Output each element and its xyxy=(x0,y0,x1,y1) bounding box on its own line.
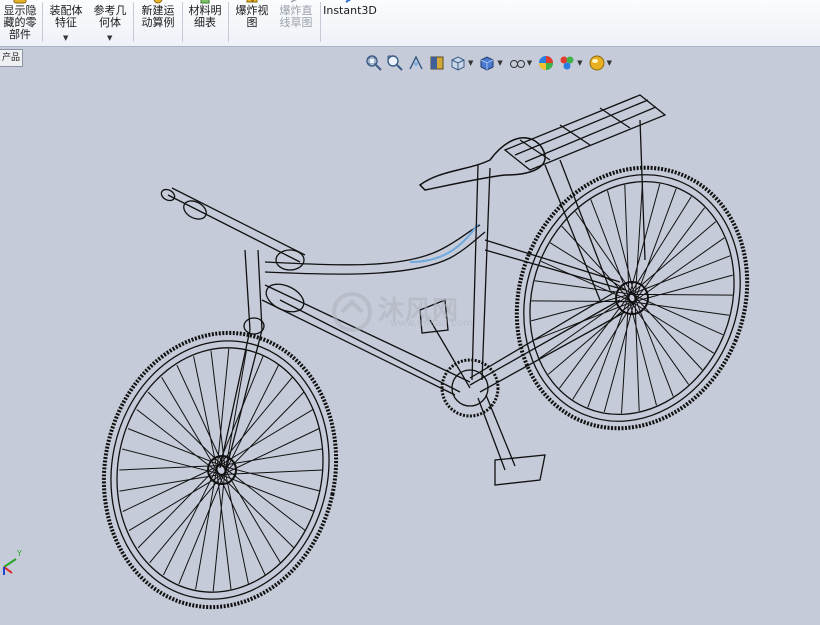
bill-of-materials-button[interactable]: 材料明 细表 xyxy=(184,0,226,46)
new-motion-study-label: 新建运 动算例 xyxy=(141,4,175,29)
y-axis-arrow xyxy=(3,558,17,568)
reference-triad: Y xyxy=(3,549,22,575)
rear-wheel[interactable] xyxy=(478,133,785,464)
bicycle-wireframe-model[interactable] xyxy=(79,94,786,625)
exploded-view-icon xyxy=(246,0,258,3)
watermark-url: www.mfcad.com xyxy=(390,318,473,329)
watermark-logo-icon xyxy=(332,292,372,332)
bom-label: 材料明 细表 xyxy=(188,4,222,29)
rear-wheel-spokes xyxy=(531,182,733,414)
show-hidden-icon xyxy=(13,0,27,4)
reference-geometry-button[interactable]: 参考几 何体 ▼ xyxy=(88,0,132,46)
chevron-down-icon[interactable]: ▼ xyxy=(107,32,112,44)
show-hidden-components-button[interactable]: 显示隐 藏的零 部件 xyxy=(0,0,40,46)
exploded-view-button[interactable]: 爆炸视 图 xyxy=(230,0,274,46)
new-motion-study-button[interactable]: 新建运 动算例 xyxy=(135,0,181,46)
command-manager-toolbar: 显示隐 藏的零 部件 装配体 特征 ▼ 参考几 何体 ▼ 新建运 动算例 材料明… xyxy=(0,0,820,47)
instant3d-button[interactable]: Instant3D xyxy=(322,0,378,46)
rear-luggage-rack[interactable] xyxy=(503,94,667,301)
assembly-feature-button[interactable]: 装配体 特征 ▼ xyxy=(44,0,88,46)
y-axis-label: Y xyxy=(16,549,22,558)
toolbar-separator xyxy=(42,2,43,42)
toolbar-separator xyxy=(182,2,183,42)
assembly-feature-label: 装配体 特征 xyxy=(49,4,83,29)
explode-line-icon xyxy=(290,0,297,3)
motion-study-icon xyxy=(153,0,163,4)
x-axis-arrow xyxy=(3,566,13,574)
instant3d-icon xyxy=(345,0,352,3)
chevron-down-icon[interactable]: ▼ xyxy=(63,32,68,44)
watermark: 沐风网 www.mfcad.com xyxy=(330,288,500,338)
toolbar-separator xyxy=(133,2,134,42)
toolbar-separator xyxy=(320,2,321,42)
bom-icon xyxy=(200,0,210,4)
exploded-view-label: 爆炸视 图 xyxy=(235,4,269,29)
instant3d-label: Instant3D xyxy=(323,4,377,17)
front-wheel-spokes xyxy=(119,348,323,592)
show-hidden-label: 显示隐 藏的零 部件 xyxy=(3,4,37,41)
front-wheel[interactable] xyxy=(79,311,361,625)
explode-line-sketch-button[interactable]: 爆炸直 线草图 xyxy=(274,0,318,46)
toolbar-separator xyxy=(228,2,229,42)
explode-line-sketch-label: 爆炸直 线草图 xyxy=(279,4,313,29)
reference-geometry-label: 参考几 何体 xyxy=(93,4,127,29)
